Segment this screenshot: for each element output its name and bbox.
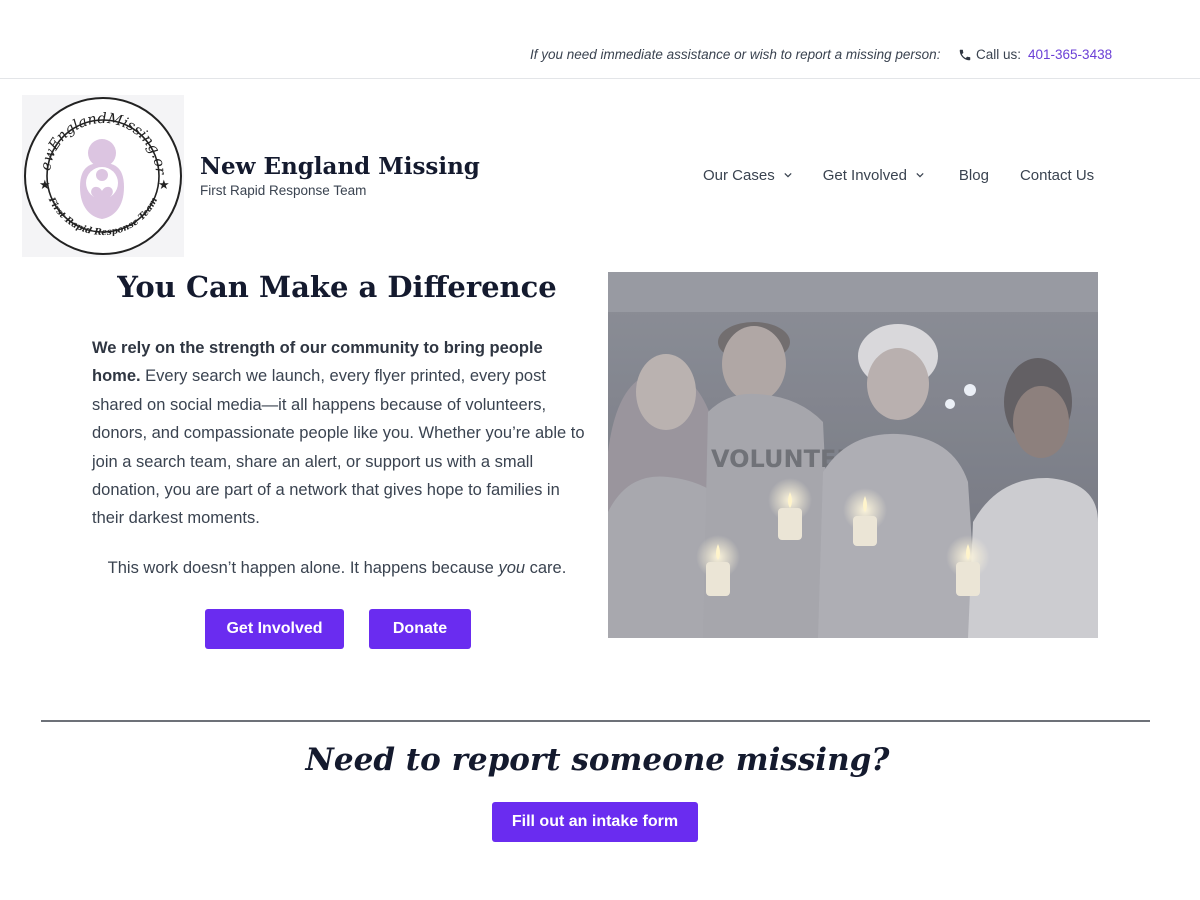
chevron-down-icon <box>784 172 792 177</box>
assistance-notice: If you need immediate assistance or wish… <box>530 47 941 62</box>
nav-label: Contact Us <box>1019 167 1095 184</box>
tagline-pre: This work doesn’t happen alone. It happe… <box>107 559 499 577</box>
report-missing-heading: Need to report someone missing? <box>305 742 890 778</box>
call-us: Call us: 401-365-3438 <box>958 47 1112 62</box>
hero-lead-rest: Every search we launch, every flyer prin… <box>92 367 585 528</box>
intake-form-button[interactable]: Fill out an intake form <box>492 802 698 842</box>
nav-our-cases[interactable]: Our Cases <box>703 167 792 184</box>
top-bar: If you need immediate assistance or wish… <box>0 0 1200 79</box>
donate-button[interactable]: Donate <box>369 609 471 649</box>
star-icon: ★ <box>158 177 170 192</box>
call-label: Call us: <box>976 47 1022 62</box>
brand-subtitle: First Rapid Response Team <box>200 183 367 198</box>
nav-label: Blog <box>958 167 989 184</box>
hero-title: You Can Make a Difference <box>117 270 557 304</box>
hero-body: We rely on the strength of our community… <box>92 334 592 533</box>
hero-tagline: This work doesn’t happen alone. It happe… <box>92 559 582 578</box>
tagline-emphasis: you <box>498 559 526 577</box>
brand-title[interactable]: New England Missing <box>200 153 480 180</box>
nav-label: Our Cases <box>703 167 775 184</box>
nav-label: Get Involved <box>822 167 907 184</box>
chevron-down-icon <box>916 172 924 177</box>
logo-seal: NewEnglandMissing.org First Rapid Respon… <box>15 83 182 255</box>
site-logo[interactable]: NewEnglandMissing.org First Rapid Respon… <box>15 83 184 257</box>
nav-contact-us[interactable]: Contact Us <box>1020 167 1094 184</box>
section-divider <box>41 720 1150 722</box>
phone-link[interactable]: 401-365-3438 <box>1028 47 1112 62</box>
tagline-post: care. <box>525 559 567 577</box>
get-involved-button[interactable]: Get Involved <box>205 609 344 649</box>
star-icon: ★ <box>39 177 51 192</box>
phone-icon <box>959 49 971 60</box>
vigil-photo: VOLUNTEER <box>608 272 1098 638</box>
nav-get-involved[interactable]: Get Involved <box>823 167 924 184</box>
nav-blog[interactable]: Blog <box>959 167 989 184</box>
main-nav: Our Cases Get Involved Blog Contact Us <box>703 167 1094 184</box>
